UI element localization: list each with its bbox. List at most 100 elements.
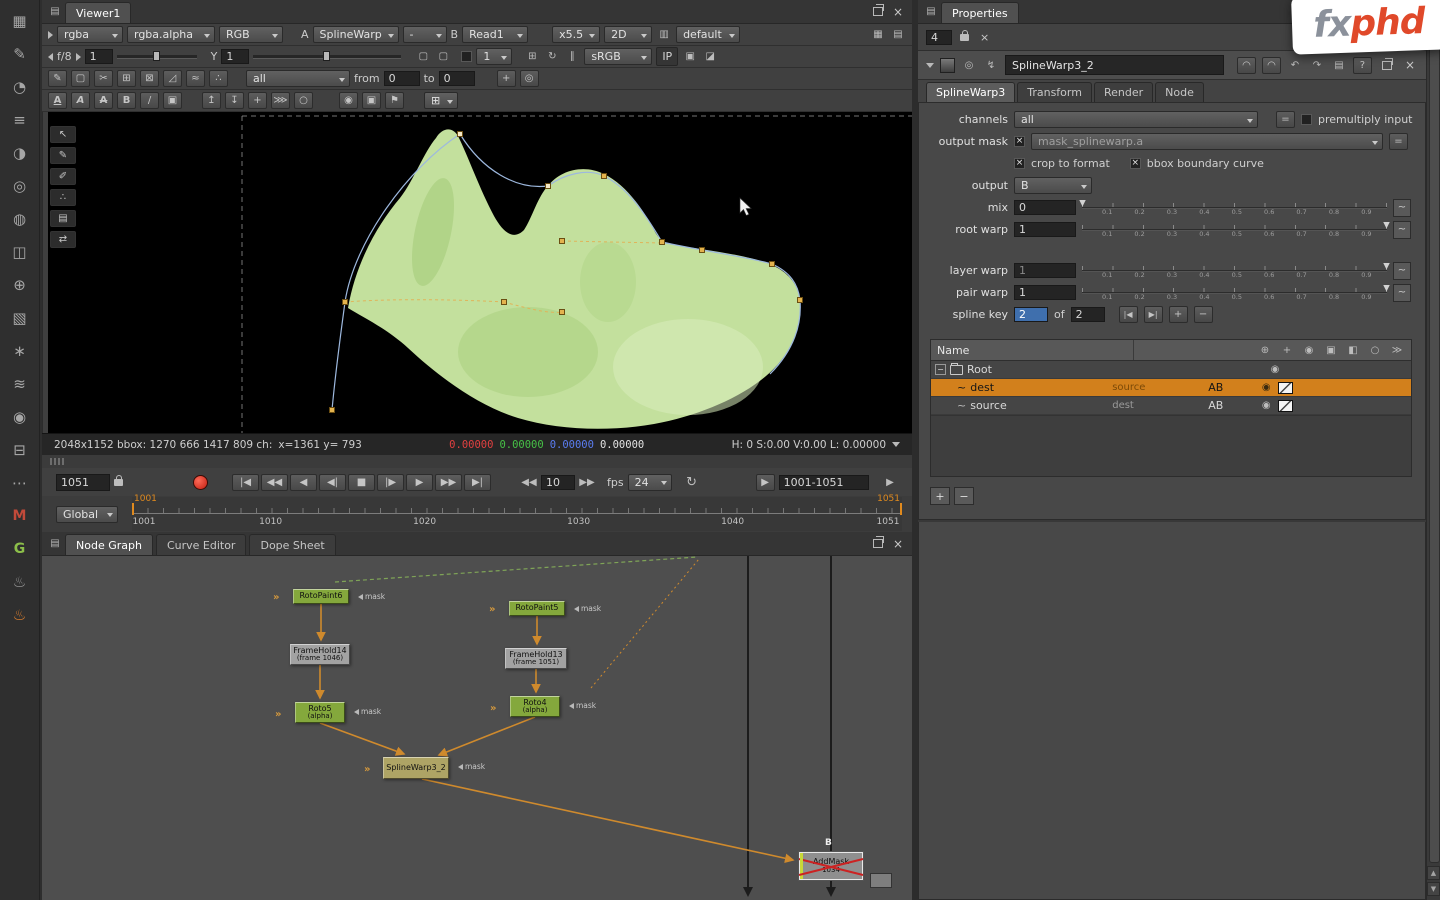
raise-icon[interactable]: ↥ [202, 92, 221, 109]
node-framehold13[interactable]: FrameHold13(frame 1051) [505, 648, 567, 669]
fullscreen-icon[interactable]: ⊞ [524, 49, 540, 65]
tab-splinewarp3[interactable]: SplineWarp3 [926, 82, 1015, 102]
loop-mode-icon[interactable]: ↻ [684, 474, 700, 490]
node-color-chip[interactable] [940, 58, 955, 73]
play-backward-button[interactable]: ◀ [290, 474, 317, 491]
visibility-column-icon[interactable]: ◉ [1301, 342, 1317, 358]
matte-column-icon[interactable]: ◧ [1345, 342, 1361, 358]
presets-icon[interactable]: ▤ [1331, 57, 1347, 73]
float-panel-icon[interactable] [873, 7, 883, 16]
node-name-field[interactable]: SplineWarp3_2 [1005, 55, 1224, 75]
next-key-button[interactable]: ▶| [1144, 306, 1163, 323]
time-icon[interactable]: ◔ [5, 70, 35, 103]
add-column-icon[interactable]: + [1279, 342, 1295, 358]
geo-icon[interactable]: G [5, 532, 35, 565]
remove-row-button[interactable]: − [954, 487, 974, 505]
gamma-field[interactable]: 1 [221, 49, 249, 64]
furnace-icon[interactable]: ♨ [5, 598, 35, 631]
tree-row-dest[interactable]: ~ dest source AB ◉ [931, 379, 1411, 397]
overlay-grid-dropdown[interactable]: ⊞ [424, 92, 458, 109]
dimension-dropdown[interactable]: 2D [604, 26, 652, 43]
eye-icon[interactable]: ◉ [1258, 380, 1274, 396]
eye-icon[interactable]: ◉ [1258, 398, 1274, 414]
channels-dropdown[interactable]: all [1014, 111, 1258, 128]
filter-icon[interactable]: ◎ [5, 169, 35, 202]
mask-input-label[interactable]: mask [569, 701, 596, 710]
marquee-icon[interactable]: ▢ [415, 49, 431, 65]
input-process-toggle[interactable]: IP [656, 47, 678, 66]
monitor-out-icon[interactable]: ▣ [682, 49, 698, 65]
timeline-ruler[interactable]: 1001 1051 1001 1010 1020 1030 1040 1051 [132, 497, 902, 531]
lock-overlay-icon[interactable]: ▣ [362, 92, 381, 109]
step-forward-button[interactable]: |▶ [377, 474, 404, 491]
gain-field[interactable]: 1 [85, 49, 113, 64]
layout-icon[interactable]: ▤ [890, 27, 906, 43]
flag-icon[interactable]: ⚑ [385, 92, 404, 109]
hidden-input-icon[interactable]: » [489, 604, 495, 615]
mask-equals-button[interactable]: = [1389, 133, 1408, 150]
3d-icon[interactable]: ▧ [5, 301, 35, 334]
edit-points-icon[interactable]: ∴ [50, 189, 76, 206]
range-menu-icon[interactable]: ▶ [882, 474, 898, 490]
proxy-checkbox[interactable] [461, 51, 472, 62]
premultiply-checkbox[interactable] [1301, 114, 1312, 125]
pane-menu-icon[interactable]: ▤ [924, 6, 938, 18]
expander-icon[interactable]: − [935, 364, 946, 375]
add-key-icon[interactable]: + [497, 70, 516, 87]
target-icon[interactable]: ◎ [520, 70, 539, 87]
info-menu-icon[interactable] [892, 442, 900, 447]
deep-icon[interactable]: ≋ [5, 367, 35, 400]
autokey-dropdown[interactable]: all [246, 70, 350, 87]
from-field[interactable]: 0 [384, 71, 420, 86]
layers-icon[interactable]: ▤ [50, 210, 76, 227]
current-frame-field[interactable]: 1051 [56, 474, 110, 491]
goto-end-button[interactable]: ▶| [464, 474, 491, 491]
layer-dropdown[interactable]: rgba [57, 26, 123, 43]
play-backward-fast-button[interactable]: ◀◀ [261, 474, 288, 491]
float-panel-icon[interactable] [1382, 61, 1392, 70]
tab-viewer1[interactable]: Viewer1 [65, 2, 131, 23]
stereo-view-dropdown[interactable]: default [676, 26, 740, 43]
image-icon[interactable]: ▦ [5, 4, 35, 37]
tab-node[interactable]: Node [1155, 82, 1204, 102]
hidden-input-icon[interactable]: » [275, 709, 281, 720]
particles-icon[interactable]: ∗ [5, 334, 35, 367]
close-panel-icon[interactable]: × [890, 6, 906, 18]
select-tool-icon[interactable]: ↖ [50, 126, 76, 143]
redo-icon[interactable]: ↷ [1309, 57, 1325, 73]
points-tool-icon[interactable]: ∴ [209, 70, 228, 87]
tree-row-root[interactable]: − Root ◉ [931, 361, 1411, 379]
tab-render[interactable]: Render [1094, 82, 1153, 102]
tab-curve-editor[interactable]: Curve Editor [156, 534, 247, 555]
frame-increment-field[interactable]: 10 [541, 475, 575, 490]
close-node-panel-icon[interactable]: × [1402, 59, 1418, 71]
stop-button[interactable]: ■ [348, 474, 375, 491]
smooth-tool-icon[interactable]: ≈ [186, 70, 205, 87]
draw-tool-icon[interactable]: ✎ [50, 147, 76, 164]
frame-step-forward-icon[interactable]: ▶▶ [579, 474, 595, 490]
stereo-pair-icon[interactable]: ▥ [656, 27, 672, 43]
marquee2-icon[interactable]: ▢ [435, 49, 451, 65]
remove-shape-icon[interactable]: ⊠ [140, 70, 159, 87]
alpha-layer-dropdown[interactable]: rgba.alpha [127, 26, 215, 43]
help-button[interactable]: ? [1353, 57, 1372, 74]
viewer-canvas[interactable]: ↖ ✎ ✐ ∴ ▤ ⇄ [48, 112, 912, 433]
frame-range-field[interactable]: 1001-1051 [779, 475, 869, 490]
mari-icon[interactable]: M [5, 499, 35, 532]
mix-field[interactable]: 0 [1014, 200, 1076, 215]
views-icon[interactable]: ◉ [5, 400, 35, 433]
range-in-marker[interactable] [132, 503, 134, 515]
add-shape-icon[interactable]: ⊞ [117, 70, 136, 87]
right-scrollbar[interactable]: ▲ ▼ [1426, 0, 1440, 900]
output-mask-dropdown[interactable]: mask_splinewarp.a [1031, 133, 1383, 150]
mix-slider[interactable]: 0.1 0.2 0.3 0.4 0.5 0.6 0.7 0.8 0.9 [1082, 199, 1387, 217]
layer-warp-curve-button[interactable]: ~ [1393, 262, 1411, 280]
pen-icon[interactable]: ✐ [50, 168, 76, 185]
add-key-button[interactable]: + [1169, 306, 1188, 323]
wipe-icon[interactable]: ◪ [702, 49, 718, 65]
ab-swatch[interactable] [1278, 382, 1293, 394]
more-columns-icon[interactable]: ≫ [1389, 342, 1405, 358]
curve-editor-icon[interactable]: ◠ [1237, 57, 1256, 74]
keyer-icon[interactable]: ◍ [5, 202, 35, 235]
pane-menu-icon[interactable]: ▤ [48, 538, 62, 550]
